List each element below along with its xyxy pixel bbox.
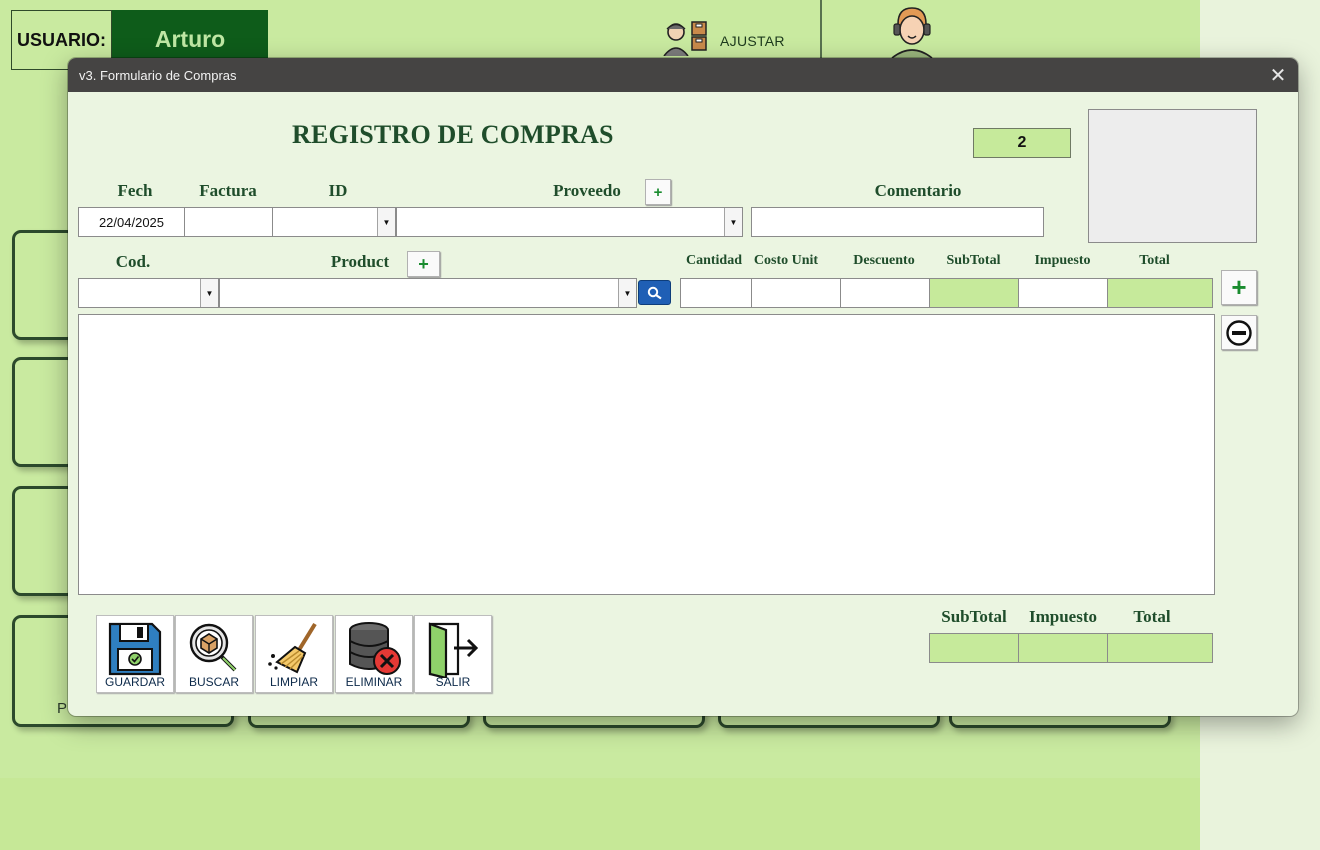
menu-card-1[interactable] (12, 230, 76, 340)
purchase-form-dialog: v3. Formulario de Compras ✕ REGISTRO DE … (68, 58, 1298, 716)
proveedor-dropdown-icon[interactable]: ▼ (724, 208, 742, 236)
purchase-lines-list[interactable] (78, 314, 1215, 595)
form-heading: REGISTRO DE COMPRAS (292, 120, 614, 149)
cantidad-input[interactable] (680, 278, 752, 308)
dialog-title: v3. Formulario de Compras (79, 67, 237, 83)
proveedor-select[interactable]: ▼ (396, 207, 743, 237)
cod-label: Cod. (115, 252, 151, 271)
cod-select[interactable]: ▼ (78, 278, 219, 308)
eliminar-label: ELIMINAR (345, 675, 403, 689)
buscar-button[interactable]: BUSCAR (175, 615, 253, 693)
salir-label: SALIR (435, 675, 471, 689)
guardar-label: GUARDAR (104, 675, 165, 689)
add-line-button[interactable]: + (1221, 270, 1257, 305)
broom-icon (268, 622, 317, 674)
id-select[interactable]: ▼ (272, 207, 396, 237)
remove-line-button[interactable] (1221, 315, 1257, 350)
minus-circle-icon (1226, 319, 1252, 346)
product-image-box (1088, 109, 1257, 243)
impuesto-label: Impuesto (1034, 253, 1091, 268)
cantidad-label: Cantidad (685, 253, 743, 268)
factura-input[interactable] (184, 207, 273, 237)
workbook-lower-band (0, 778, 1200, 850)
comentario-label: Comentario (874, 181, 962, 200)
menu-card-3[interactable] (12, 486, 76, 596)
database-delete-icon (349, 622, 401, 675)
costo-unit-label: Costo Unit (753, 253, 819, 268)
guardar-button[interactable]: GUARDAR (96, 615, 174, 693)
menu-card-2[interactable] (12, 357, 76, 467)
warehouse-worker-icon (662, 20, 716, 61)
id-label: ID (328, 181, 348, 200)
fecha-input[interactable]: 22/04/2025 (78, 207, 185, 237)
exit-door-icon (428, 622, 479, 678)
menu-card-4-label: P (57, 700, 68, 717)
total-output (1107, 278, 1213, 308)
close-icon[interactable]: ✕ (1266, 63, 1290, 87)
grand-subtotal-output (929, 633, 1019, 663)
search-box-icon (189, 623, 237, 672)
buscar-label: BUSCAR (188, 675, 239, 689)
descuento-label: Descuento (853, 253, 915, 268)
total-total-label: Total (1133, 607, 1171, 626)
limpiar-label: LIMPIAR (269, 675, 318, 689)
eliminar-button[interactable]: ELIMINAR (335, 615, 413, 693)
grand-impuesto-output (1018, 633, 1108, 663)
product-dropdown-icon[interactable]: ▼ (618, 279, 636, 307)
total-subtotal-label: SubTotal (941, 607, 1007, 626)
dialog-titlebar[interactable]: v3. Formulario de Compras ✕ (68, 58, 1298, 92)
product-select[interactable]: ▼ (219, 278, 637, 308)
proveedor-label: Proveedo (553, 181, 621, 200)
ajustar-label: AJUSTAR (720, 33, 785, 49)
costo-unit-input[interactable] (751, 278, 841, 308)
ajustar-inventory-button[interactable]: AJUSTAR (662, 20, 785, 61)
header-divider (820, 0, 822, 60)
descuento-input[interactable] (840, 278, 930, 308)
form-content: REGISTRO DE COMPRAS 2 Fech Factura ID Pr… (68, 92, 1298, 716)
comentario-input[interactable] (751, 207, 1044, 237)
record-counter: 2 (973, 128, 1071, 158)
search-product-button[interactable] (638, 280, 671, 305)
subtotal-output (929, 278, 1019, 308)
cod-dropdown-icon[interactable]: ▼ (200, 279, 218, 307)
support-agent-icon[interactable] (888, 6, 936, 63)
floppy-save-icon (108, 622, 162, 676)
subtotal-label: SubTotal (946, 253, 1001, 268)
search-icon (647, 286, 662, 299)
total-impuesto-label: Impuesto (1028, 607, 1097, 626)
limpiar-button[interactable]: LIMPIAR (255, 615, 333, 693)
add-provider-button[interactable]: + (645, 179, 671, 205)
factura-label: Factura (199, 181, 257, 200)
add-product-button[interactable]: + (407, 251, 440, 277)
grand-total-output (1107, 633, 1213, 663)
id-dropdown-icon[interactable]: ▼ (377, 208, 395, 236)
salir-button[interactable]: SALIR (414, 615, 492, 693)
product-label: Product (330, 252, 390, 271)
fecha-label: Fech (117, 181, 153, 200)
total-label: Total (1139, 253, 1170, 268)
impuesto-input[interactable] (1018, 278, 1108, 308)
